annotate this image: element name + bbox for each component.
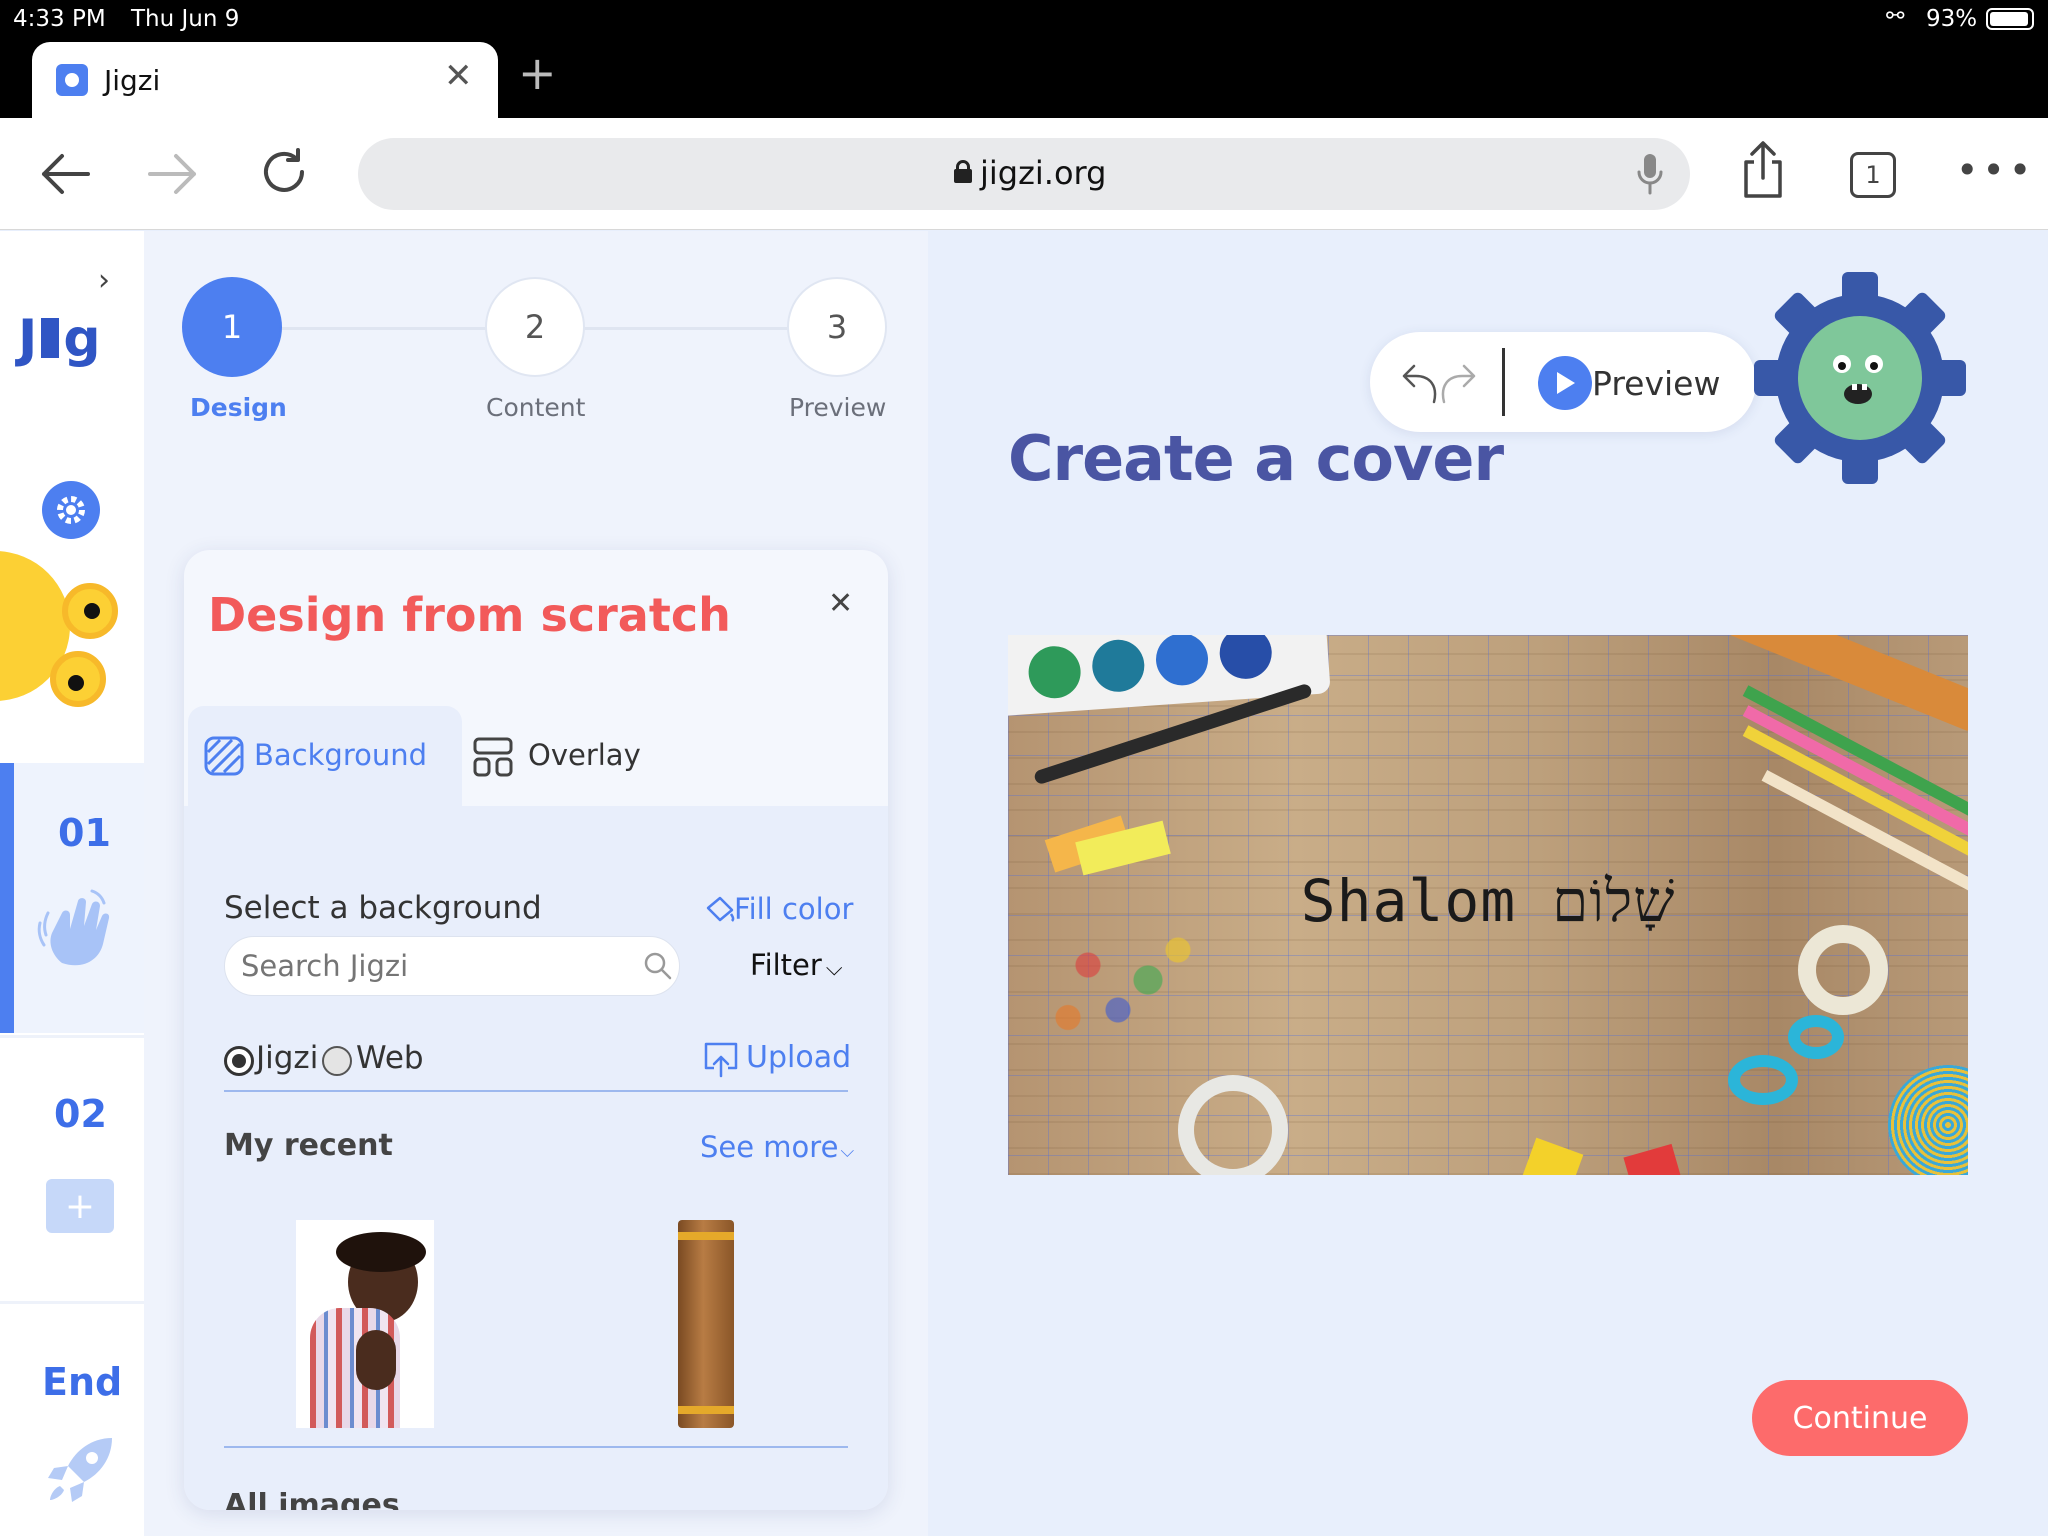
- all-images-label: All images: [224, 1488, 400, 1510]
- battery-icon: [1986, 8, 2034, 30]
- chevron-down-icon: ⌵: [840, 1141, 855, 1162]
- cover-canvas[interactable]: Shalom שָׁלוֹם: [1008, 635, 1968, 1175]
- mascot-eye: [62, 583, 118, 639]
- close-panel-icon[interactable]: ✕: [828, 586, 853, 621]
- tab-title: Jigzi: [104, 64, 161, 97]
- new-tab-icon[interactable]: +: [518, 50, 557, 96]
- status-time: 4:33 PM: [13, 6, 106, 32]
- step-label-content: Content: [486, 393, 586, 422]
- recent-image-child[interactable]: [296, 1220, 434, 1428]
- toolbar-divider: [1502, 348, 1505, 416]
- tape-roll-image: [1798, 925, 1888, 1015]
- tab-label: Background: [254, 738, 428, 772]
- see-more-button[interactable]: See more ⌵: [700, 1130, 854, 1170]
- my-recent-label: My recent: [224, 1128, 393, 1163]
- tab-background[interactable]: Background: [188, 706, 462, 806]
- upload-cloud-icon: [704, 1042, 738, 1078]
- url-text: jigzi.org: [980, 154, 1107, 192]
- slide-number: 02: [54, 1092, 107, 1136]
- settings-gear-icon[interactable]: [42, 481, 100, 539]
- expand-rail-icon[interactable]: ›: [98, 263, 110, 298]
- jigzi-logo: Jg: [18, 309, 101, 369]
- step-label-preview: Preview: [789, 393, 887, 422]
- gear-mascot-image: [1754, 272, 1966, 484]
- paint-bucket-icon: [706, 896, 735, 922]
- scissors-image: [1728, 1055, 1798, 1105]
- forward-arrow-icon[interactable]: [146, 150, 200, 198]
- stripes-icon: [204, 736, 244, 776]
- status-date: Thu Jun 9: [131, 6, 240, 32]
- chevron-down-icon: ⌵: [825, 956, 843, 981]
- recent-image-wood-pole[interactable]: [678, 1220, 734, 1428]
- waving-hand-icon: [37, 889, 110, 966]
- more-options-icon[interactable]: •••: [1956, 148, 2035, 192]
- divider: [224, 1090, 848, 1092]
- select-background-label: Select a background: [224, 890, 542, 926]
- tabs-count: 1: [1865, 161, 1881, 189]
- tab-overlay[interactable]: Overlay: [464, 706, 724, 806]
- battery-percent: 93%: [1926, 6, 1978, 32]
- link-icon: ⚯: [1886, 4, 1905, 29]
- preview-toolbar: Preview: [1370, 332, 1756, 432]
- design-panel: Design from scratch ✕ Background Overlay…: [184, 550, 888, 1510]
- search-icon: [644, 952, 672, 980]
- reload-icon[interactable]: [258, 146, 310, 198]
- step-1[interactable]: 1: [182, 277, 282, 377]
- slide-item-end[interactable]: End: [0, 1301, 144, 1536]
- step-circle: 3: [787, 277, 887, 377]
- share-icon[interactable]: [1738, 140, 1788, 200]
- step-circle: 1: [182, 277, 282, 377]
- address-bar[interactable]: jigzi.org: [358, 138, 1690, 210]
- cover-title-text[interactable]: Shalom שָׁלוֹם: [1008, 867, 1968, 935]
- page-heading: Create a cover: [1008, 422, 1504, 495]
- radio-selected-icon: [224, 1046, 254, 1076]
- lock-icon: [954, 160, 972, 183]
- back-arrow-icon[interactable]: [38, 150, 92, 198]
- step-circle: 2: [485, 277, 585, 377]
- search-input[interactable]: [241, 945, 621, 987]
- search-field: [224, 936, 680, 996]
- radio-unselected-icon: [322, 1046, 352, 1076]
- tabs-count-button[interactable]: 1: [1850, 152, 1896, 198]
- play-icon: [1538, 356, 1592, 410]
- redo-icon[interactable]: [1436, 362, 1478, 404]
- microphone-icon[interactable]: [1636, 152, 1664, 196]
- step-2[interactable]: 2: [485, 277, 585, 377]
- step-label-design: Design: [190, 393, 287, 422]
- close-tab-icon[interactable]: ✕: [444, 56, 473, 96]
- slide-rail: › Jg 01 02 + End: [0, 231, 144, 1536]
- slide-number: End: [42, 1360, 123, 1404]
- filter-dropdown[interactable]: Filter ⌵: [750, 948, 843, 988]
- divider: [224, 1446, 848, 1448]
- headphones-image: [1178, 1075, 1288, 1175]
- overlay-grid-icon: [473, 737, 513, 777]
- slide-number: 01: [58, 811, 111, 855]
- rocket-icon: [48, 1438, 112, 1502]
- slide-item-01[interactable]: 01: [0, 763, 144, 1033]
- panel-title: Design from scratch: [208, 588, 731, 642]
- jigzi-favicon-icon: [56, 64, 88, 96]
- status-bar: 4:33 PM Thu Jun 9 ⚯ 93%: [0, 0, 2048, 40]
- tab-label: Overlay: [528, 738, 641, 772]
- browser-tab[interactable]: Jigzi ✕: [32, 42, 498, 118]
- add-slide-button[interactable]: +: [46, 1179, 114, 1233]
- step-3[interactable]: 3: [787, 277, 887, 377]
- mascot-eye: [50, 651, 106, 707]
- continue-button[interactable]: Continue: [1752, 1380, 1968, 1456]
